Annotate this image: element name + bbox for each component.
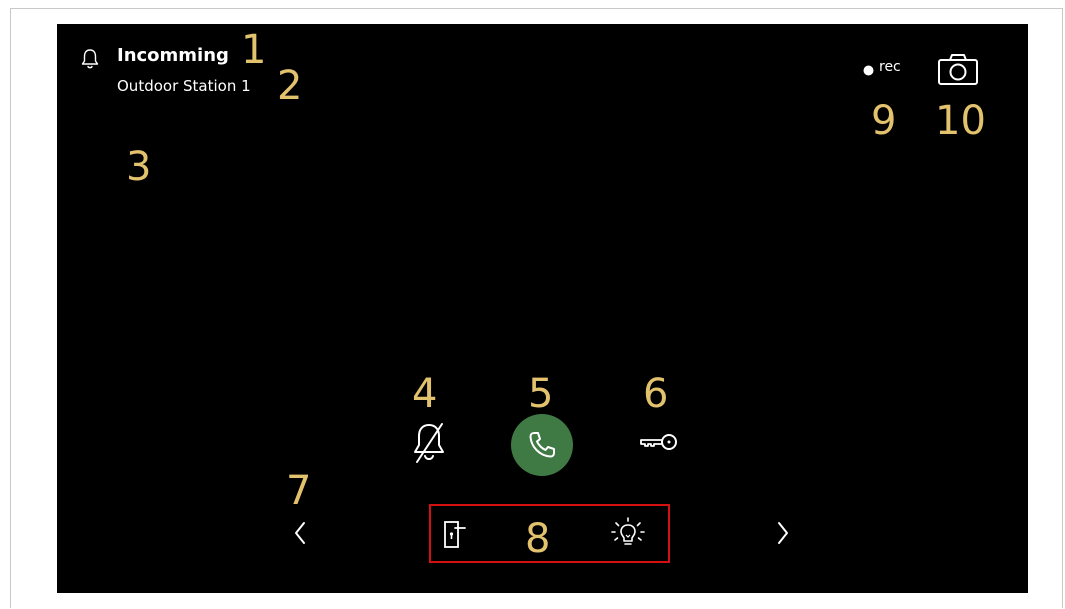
call-status-title: Incomming [117,45,229,66]
callout-4: 4 [412,371,438,417]
intercom-call-screen: Incomming Outdoor Station 1 rec 1 2 3 4 … [57,24,1028,593]
light-button[interactable] [608,514,648,554]
callout-6: 6 [643,371,669,417]
callout-9: 9 [871,98,897,144]
chevron-right-icon [776,521,790,545]
phone-icon [526,429,558,461]
bell-icon [80,48,100,70]
next-page-button[interactable] [770,516,796,550]
snapshot-button[interactable] [935,50,981,88]
callout-8: 8 [525,516,551,562]
door-handle-icon [442,518,468,550]
record-label: rec [879,59,901,75]
callout-10: 10 [935,98,986,144]
callout-2: 2 [277,63,303,109]
callout-1: 1 [241,27,267,73]
door-open-button[interactable] [634,427,684,457]
callout-5: 5 [528,371,554,417]
key-icon [638,431,680,453]
callout-3: 3 [126,144,152,190]
camera-icon [937,52,979,86]
door-handle-button[interactable] [437,514,473,554]
previous-page-button[interactable] [287,516,313,550]
station-name: Outdoor Station 1 [117,77,251,95]
record-dot-icon [863,65,874,76]
bell-muted-icon [409,421,449,465]
chevron-left-icon [293,521,307,545]
answer-call-button[interactable] [511,414,573,476]
light-bulb-icon [611,517,645,551]
mute-ringtone-button[interactable] [406,419,452,467]
callout-7: 7 [286,468,312,514]
